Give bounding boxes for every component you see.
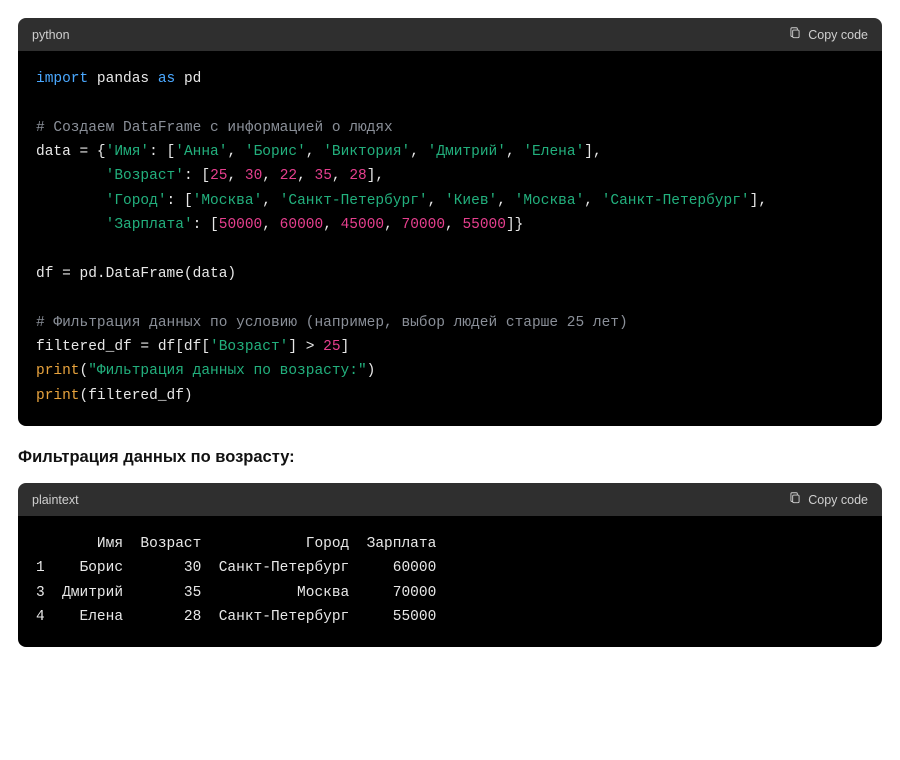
code-token: ( [80, 363, 89, 379]
code-token: , [584, 193, 601, 209]
code-token: , [306, 144, 323, 160]
code-token: # Фильтрация данных по условию (например… [36, 315, 628, 331]
code-token: ] [341, 339, 350, 355]
code-token: , [506, 144, 523, 160]
code-token: 'Город' [106, 193, 167, 209]
code-token [36, 168, 106, 184]
code-token: ] > [288, 339, 323, 355]
copy-code-button[interactable]: Copy code [788, 491, 868, 508]
code-token: , [227, 168, 244, 184]
code-token: (filtered_df) [80, 388, 193, 404]
code-body: Имя Возраст Город Зарплата 1 Борис 30 Са… [18, 516, 882, 647]
code-token: 25 [323, 339, 340, 355]
code-token: , [297, 168, 314, 184]
code-token: 'Виктория' [323, 144, 410, 160]
code-token: import [36, 71, 88, 87]
code-lang-label: python [32, 28, 70, 42]
code-block-python: python Copy code import pandas as pd # С… [18, 18, 882, 426]
code-token: pd [175, 71, 201, 87]
code-token: , [428, 193, 445, 209]
code-token: 30 [245, 168, 262, 184]
code-token: 'Санкт-Петербург' [602, 193, 750, 209]
code-token: 'Киев' [445, 193, 497, 209]
output-section-title: Фильтрация данных по возрасту: [18, 448, 882, 467]
code-token: filtered_df = df[df[ [36, 339, 210, 355]
code-token: 'Анна' [175, 144, 227, 160]
code-token: 25 [210, 168, 227, 184]
code-token: : [ [184, 168, 210, 184]
code-token: 50000 [219, 217, 263, 233]
code-token: 'Возраст' [106, 168, 184, 184]
code-token: as [158, 71, 175, 87]
code-token: , [323, 217, 340, 233]
code-token: , [262, 193, 279, 209]
code-token: , [332, 168, 349, 184]
code-token: : [ [167, 193, 193, 209]
code-token: , [497, 193, 514, 209]
code-token: 55000 [462, 217, 506, 233]
code-token: 28 [349, 168, 366, 184]
code-body: import pandas as pd # Создаем DataFrame … [18, 51, 882, 426]
code-token: 'Зарплата' [106, 217, 193, 233]
code-token: 'Борис' [245, 144, 306, 160]
code-token: 35 [315, 168, 332, 184]
code-token [36, 193, 106, 209]
code-token: # Создаем DataFrame с информацией о людя… [36, 120, 393, 136]
code-token: 60000 [280, 217, 324, 233]
code-block-plaintext: plaintext Copy code Имя Возраст Город За… [18, 483, 882, 647]
code-token: ) [367, 363, 376, 379]
code-block-header: python Copy code [18, 18, 882, 51]
code-token: print [36, 363, 80, 379]
code-token: , [227, 144, 244, 160]
code-token: 'Москва' [193, 193, 263, 209]
code-token: ], [584, 144, 601, 160]
code-token: ], [750, 193, 767, 209]
code-token [36, 217, 106, 233]
code-token: : [ [149, 144, 175, 160]
code-token: 22 [280, 168, 297, 184]
clipboard-icon [788, 491, 802, 508]
code-token: , [410, 144, 427, 160]
code-token: 70000 [402, 217, 446, 233]
copy-code-button[interactable]: Copy code [788, 26, 868, 43]
copy-code-label: Copy code [808, 493, 868, 507]
code-token: 'Возраст' [210, 339, 288, 355]
code-token: data = { [36, 144, 106, 160]
code-token: pandas [88, 71, 158, 87]
code-token: 'Дмитрий' [428, 144, 506, 160]
code-token: 'Москва' [515, 193, 585, 209]
copy-code-label: Copy code [808, 28, 868, 42]
clipboard-icon [788, 26, 802, 43]
code-token: ]} [506, 217, 523, 233]
code-token: 'Елена' [523, 144, 584, 160]
code-lang-label: plaintext [32, 493, 79, 507]
code-token: , [384, 217, 401, 233]
code-token: ], [367, 168, 384, 184]
code-token: , [262, 217, 279, 233]
code-token: "Фильтрация данных по возрасту:" [88, 363, 366, 379]
code-token: : [ [193, 217, 219, 233]
code-token: print [36, 388, 80, 404]
code-block-header: plaintext Copy code [18, 483, 882, 516]
code-token: 'Имя' [106, 144, 150, 160]
code-token: , [445, 217, 462, 233]
code-token: 'Санкт-Петербург' [280, 193, 428, 209]
code-token: 45000 [341, 217, 385, 233]
code-token: , [262, 168, 279, 184]
code-token: df = pd.DataFrame(data) [36, 266, 236, 282]
